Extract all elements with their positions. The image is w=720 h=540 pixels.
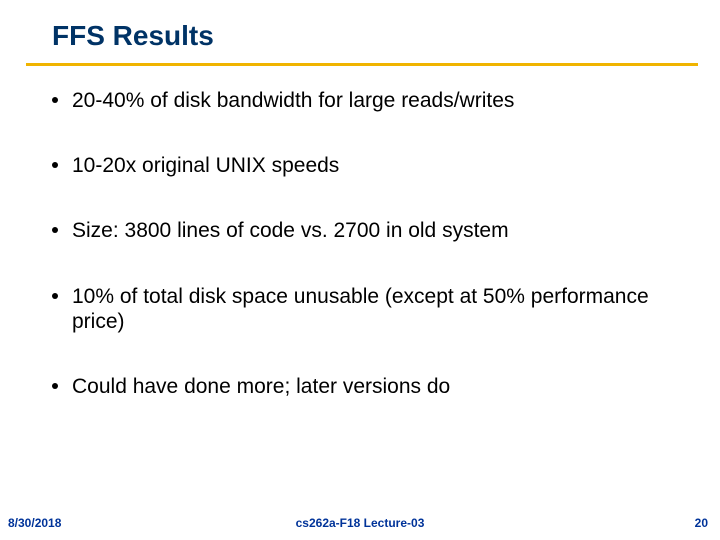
title-underline	[26, 63, 698, 66]
bullet-item: 20-40% of disk bandwidth for large reads…	[52, 88, 650, 113]
bullet-dot-icon	[52, 383, 58, 389]
bullet-dot-icon	[52, 227, 58, 233]
bullet-text: Could have done more; later versions do	[72, 374, 450, 399]
slide-title: FFS Results	[52, 20, 680, 52]
bullet-text: 20-40% of disk bandwidth for large reads…	[72, 88, 514, 113]
footer-course: cs262a-F18 Lecture-03	[0, 516, 720, 530]
bullet-item: Size: 3800 lines of code vs. 2700 in old…	[52, 218, 650, 243]
body-content: 20-40% of disk bandwidth for large reads…	[52, 88, 650, 439]
footer: 8/30/2018 cs262a-F18 Lecture-03 20	[0, 510, 720, 530]
bullet-item: 10-20x original UNIX speeds	[52, 153, 650, 178]
bullet-dot-icon	[52, 293, 58, 299]
bullet-text: 10-20x original UNIX speeds	[72, 153, 339, 178]
title-block: FFS Results	[52, 20, 680, 55]
bullet-text: Size: 3800 lines of code vs. 2700 in old…	[72, 218, 509, 243]
slide: FFS Results 20-40% of disk bandwidth for…	[0, 0, 720, 540]
bullet-item: 10% of total disk space unusable (except…	[52, 284, 650, 334]
bullet-dot-icon	[52, 162, 58, 168]
bullet-dot-icon	[52, 97, 58, 103]
footer-page: 20	[695, 516, 708, 530]
bullet-text: 10% of total disk space unusable (except…	[72, 284, 650, 334]
bullet-item: Could have done more; later versions do	[52, 374, 650, 399]
